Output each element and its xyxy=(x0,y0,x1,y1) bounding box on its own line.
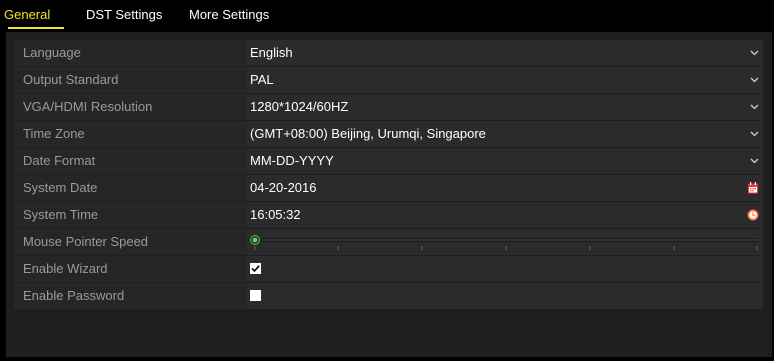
date-format-row: Date Format MM-DD-YYYY xyxy=(14,148,763,174)
chevron-down-icon xyxy=(750,50,759,56)
slider-knob[interactable] xyxy=(250,235,260,245)
mouse-speed-slider-container xyxy=(247,229,763,255)
chevron-down-icon xyxy=(750,131,759,137)
resolution-label: VGA/HDMI Resolution xyxy=(23,99,153,114)
clock-icon[interactable] xyxy=(746,208,760,222)
system-time-label: System Time xyxy=(23,207,99,222)
language-value: English xyxy=(250,45,293,60)
tab-more-settings[interactable]: More Settings xyxy=(189,7,269,23)
output-standard-dropdown[interactable]: PAL xyxy=(247,67,763,93)
chevron-down-icon xyxy=(750,158,759,164)
output-standard-row: Output Standard PAL xyxy=(14,67,763,93)
enable-password-cell xyxy=(247,283,763,309)
enable-password-row: Enable Password xyxy=(14,283,763,309)
enable-wizard-checkbox[interactable] xyxy=(250,263,261,274)
system-time-row: System Time 16:05:32 xyxy=(14,202,763,228)
calendar-icon[interactable] xyxy=(746,181,760,195)
mouse-speed-label: Mouse Pointer Speed xyxy=(23,234,149,249)
resolution-dropdown[interactable]: 1280*1024/60HZ xyxy=(247,94,763,120)
time-zone-row: Time Zone (GMT+08:00) Beijing, Urumqi, S… xyxy=(14,121,763,147)
enable-wizard-cell xyxy=(247,256,763,282)
system-date-field[interactable]: 04-20-2016 xyxy=(247,175,763,201)
output-standard-value: PAL xyxy=(250,72,274,87)
time-zone-value: (GMT+08:00) Beijing, Urumqi, Singapore xyxy=(250,126,486,141)
date-format-value: MM-DD-YYYY xyxy=(250,153,334,168)
mouse-speed-slider[interactable] xyxy=(247,229,763,255)
checkmark-icon xyxy=(251,265,260,273)
system-time-field[interactable]: 16:05:32 xyxy=(247,202,763,228)
enable-wizard-label: Enable Wizard xyxy=(23,261,108,276)
date-format-dropdown[interactable]: MM-DD-YYYY xyxy=(247,148,763,174)
date-format-label: Date Format xyxy=(23,153,96,168)
mouse-speed-row: Mouse Pointer Speed xyxy=(14,229,763,255)
chevron-down-icon xyxy=(750,104,759,110)
tab-bar: General DST Settings More Settings xyxy=(0,0,774,30)
resolution-row: VGA/HDMI Resolution 1280*1024/60HZ xyxy=(14,94,763,120)
time-zone-dropdown[interactable]: (GMT+08:00) Beijing, Urumqi, Singapore xyxy=(247,121,763,147)
enable-password-checkbox[interactable] xyxy=(250,290,261,301)
tab-dst-settings[interactable]: DST Settings xyxy=(86,7,162,23)
language-row: Language English xyxy=(14,40,763,66)
output-standard-label: Output Standard xyxy=(23,72,119,87)
enable-wizard-row: Enable Wizard xyxy=(14,256,763,282)
time-zone-label: Time Zone xyxy=(23,126,85,141)
general-settings-panel: Language English Output Standard PAL VGA… xyxy=(6,32,772,357)
chevron-down-icon xyxy=(750,77,759,83)
system-date-value: 04-20-2016 xyxy=(250,180,317,195)
resolution-value: 1280*1024/60HZ xyxy=(250,99,349,114)
system-date-row: System Date 04-20-2016 xyxy=(14,175,763,201)
enable-password-label: Enable Password xyxy=(23,288,125,303)
system-time-value: 16:05:32 xyxy=(250,207,301,222)
language-dropdown[interactable]: English xyxy=(247,40,763,66)
language-label: Language xyxy=(23,45,81,60)
tab-general[interactable]: General xyxy=(4,7,50,23)
active-tab-underline xyxy=(8,27,64,29)
system-date-label: System Date xyxy=(23,180,98,195)
